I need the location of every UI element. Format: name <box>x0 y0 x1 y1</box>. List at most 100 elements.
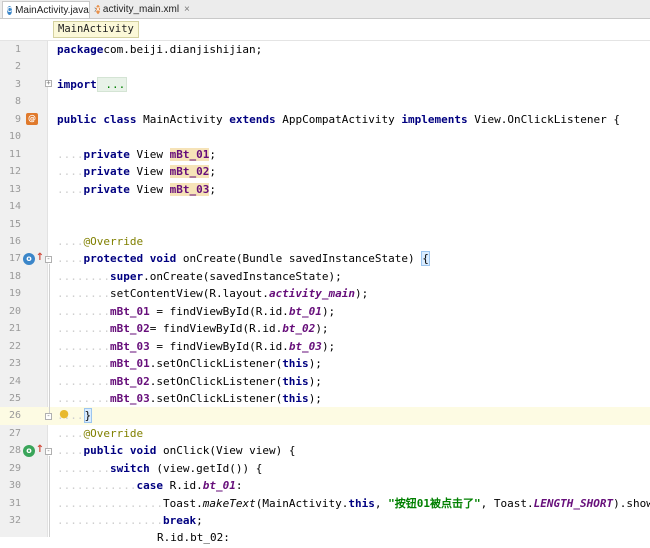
code-line[interactable]: 14 <box>0 198 650 216</box>
code-line[interactable]: 20 ........mBt_01 = findViewById(R.id.bt_… <box>0 303 650 321</box>
code-token: .setOnClickListener( <box>149 374 283 388</box>
code-line[interactable]: 9 public class MainActivity extends AppCo… <box>0 111 650 129</box>
code-token: mBt_03 <box>169 182 210 196</box>
code-line[interactable]: 13 ....private View mBt_03; <box>0 181 650 199</box>
code-line[interactable]: 30 ............case R.id.bt_01: <box>0 477 650 495</box>
code-token: = findViewById(R.id. <box>149 339 289 353</box>
line-number[interactable]: 19 <box>0 285 21 303</box>
breadcrumb-item-mainactivity[interactable]: MainActivity <box>53 21 139 38</box>
line-number[interactable]: 31 <box>0 495 21 513</box>
code-line[interactable]: 10 <box>0 128 650 146</box>
line-number[interactable]: 28 <box>0 442 21 460</box>
code-partial-text: R.id.bt_02: <box>157 531 230 544</box>
matched-brace: } <box>83 408 93 424</box>
fold-collapse-icon[interactable]: - <box>45 448 52 455</box>
code-line[interactable]: 28 ....public void onClick(View view) { <box>0 442 650 460</box>
fold-collapse-icon[interactable]: - <box>45 256 52 263</box>
code-text: ................break; <box>57 512 203 530</box>
line-number[interactable]: 17 <box>0 250 21 268</box>
code-token: : <box>235 479 243 493</box>
line-number[interactable]: 8 <box>0 93 21 111</box>
code-line[interactable]: 19 ........setContentView(R.layout.activi… <box>0 285 650 303</box>
line-number[interactable]: 15 <box>0 216 21 234</box>
code-line[interactable]: 31 ................Toast.makeText(MainAct… <box>0 495 650 513</box>
code-token: ; <box>209 182 216 196</box>
code-token: Toast. <box>162 496 203 510</box>
code-token: protected <box>83 252 144 266</box>
line-number[interactable]: 3 <box>0 76 21 94</box>
code-token: package <box>57 43 104 56</box>
code-text: ........mBt_03.setOnClickListener(this); <box>57 390 322 408</box>
code-line[interactable]: 21 ........mBt_02= findViewById(R.id.bt_0… <box>0 320 650 338</box>
code-line[interactable]: 3 import ... <box>0 76 650 94</box>
code-line[interactable]: 23 ........mBt_01.setOnClickListener(this… <box>0 355 650 373</box>
line-number[interactable]: 10 <box>0 128 21 146</box>
code-token: .... <box>57 165 84 179</box>
line-number[interactable]: 32 <box>0 512 21 530</box>
code-token: , <box>374 496 389 510</box>
line-number[interactable]: 14 <box>0 198 21 216</box>
code-token: ........ <box>57 269 110 283</box>
code-token: break <box>162 514 197 528</box>
code-text: ....public void onClick(View view) { <box>57 442 295 460</box>
code-line[interactable]: 2 <box>0 58 650 76</box>
code-token: ........ <box>57 461 110 475</box>
code-line[interactable]: 15 <box>0 216 650 234</box>
fold-expand-icon[interactable]: + <box>45 80 52 87</box>
code-line[interactable]: 24 ........mBt_02.setOnClickListener(this… <box>0 373 650 391</box>
line-number[interactable]: 21 <box>0 320 21 338</box>
code-token: .... <box>57 234 84 248</box>
tab-activity-main-xml[interactable]: x activity_main.xml × <box>92 1 190 18</box>
code-token: ); <box>321 339 336 353</box>
line-number[interactable]: 29 <box>0 460 21 478</box>
code-line[interactable]: 27 ....@Override <box>0 425 650 443</box>
line-number[interactable]: 12 <box>0 163 21 181</box>
code-line[interactable]: 17 ....protected void onCreate(Bundle sav… <box>0 250 650 268</box>
line-number[interactable]: 30 <box>0 477 21 495</box>
code-line[interactable]: 22 ........mBt_03 = findViewById(R.id.bt_… <box>0 338 650 356</box>
line-number[interactable]: 22 <box>0 338 21 356</box>
line-number[interactable]: 23 <box>0 355 21 373</box>
tab-mainactivity-java[interactable]: C MainActivity.java × <box>2 1 100 18</box>
code-line[interactable]: 1 packagecom.beiji.dianjishijian; <box>0 41 650 59</box>
code-line[interactable]: 16 ....@Override <box>0 233 650 251</box>
code-token: public <box>57 112 97 126</box>
line-number[interactable]: 11 <box>0 146 21 164</box>
line-number[interactable]: 20 <box>0 303 21 321</box>
line-number[interactable]: 1 <box>0 41 21 59</box>
line-number[interactable]: 13 <box>0 181 21 199</box>
line-number[interactable]: 24 <box>0 373 21 391</box>
line-number[interactable]: 9 <box>0 111 21 129</box>
lightbulb-icon[interactable]: ● <box>58 408 70 420</box>
tab-label: activity_main.xml <box>102 4 180 15</box>
line-number[interactable]: 16 <box>0 233 21 251</box>
line-number[interactable]: 18 <box>0 268 21 286</box>
line-number[interactable]: 2 <box>0 58 21 76</box>
code-line[interactable]: 25 ........mBt_03.setOnClickListener(this… <box>0 390 650 408</box>
code-token: com.beiji.dianjishijian; <box>103 43 263 56</box>
code-line[interactable]: 8 <box>0 93 650 111</box>
code-token: ................ <box>57 496 163 510</box>
code-token: ); <box>355 287 369 301</box>
code-line-partial: R.id.bt_02: <box>0 530 650 548</box>
code-line[interactable]: 29 ........switch (view.getId()) { <box>0 460 650 478</box>
class-icon[interactable]: @ <box>26 113 38 125</box>
code-line[interactable]: 11 ....private View mBt_01; <box>0 146 650 164</box>
code-token: .... <box>57 252 84 266</box>
code-line[interactable]: 12 ....private View mBt_02; <box>0 163 650 181</box>
line-number[interactable]: 26 <box>0 407 21 425</box>
code-token: R.id. <box>162 479 203 493</box>
code-line[interactable]: 26....} <box>0 407 650 425</box>
line-number[interactable]: 25 <box>0 390 21 408</box>
fold-collapse-icon[interactable]: - <box>45 413 52 420</box>
folded-imports[interactable]: ... <box>96 76 128 92</box>
code-token: View <box>129 147 170 161</box>
line-number[interactable]: 27 <box>0 425 21 443</box>
code-line[interactable]: 18 ........super.onCreate(savedInstanceSt… <box>0 268 650 286</box>
close-icon[interactable]: × <box>184 4 190 15</box>
code-line[interactable]: 32 ................break; <box>0 512 650 530</box>
code-token: @Override <box>83 234 144 248</box>
code-token: .setOnClickListener( <box>149 392 283 405</box>
code-text: ........mBt_01.setOnClickListener(this); <box>57 355 322 373</box>
